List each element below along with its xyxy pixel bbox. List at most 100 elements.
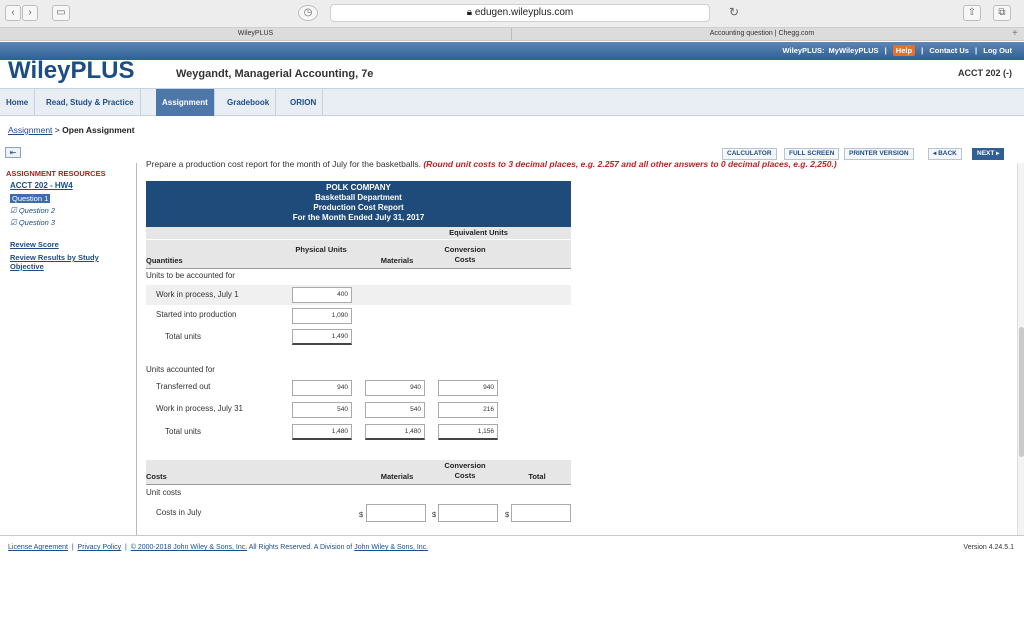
browser-toolbar: ‹ › ▭ ◷ 🔒︎ edugen.wileyplus.com ↻ ⇧ ⧉	[0, 0, 1024, 28]
contact-link[interactable]: Contact Us	[929, 46, 969, 55]
tab-wileyplus[interactable]: WileyPLUS	[0, 28, 512, 40]
copyright-link[interactable]: © 2000-2018 John Wiley & Sons, Inc.	[131, 544, 247, 551]
brand-label: WileyPLUS:	[782, 46, 825, 55]
question-3-link[interactable]: ☑ Question 3	[10, 218, 55, 227]
book-title: Weygandt, Managerial Accounting, 7e	[176, 68, 374, 80]
col-materials-costs: Materials	[380, 472, 414, 481]
costs-in-july-label: Costs in July	[156, 508, 202, 517]
checkbox-icon: ☑	[10, 206, 19, 215]
total-accounted-conversion-input[interactable]: 1,156	[438, 424, 498, 440]
tab-chegg[interactable]: Accounting question | Chegg.com	[513, 28, 1011, 40]
wip-july1-label: Work in process, July 1	[156, 290, 239, 299]
transferred-materials-input[interactable]: 940	[365, 380, 425, 396]
col-conversion-costs: Conversion Costs	[444, 245, 486, 264]
checkbox-icon: ☑	[10, 218, 19, 227]
total-accounted-physical-input[interactable]: 1,480	[292, 424, 352, 440]
department-name: Basketball Department	[315, 193, 402, 202]
wip-july31-physical-input[interactable]: 540	[292, 402, 352, 418]
question-2-label: Question 2	[18, 206, 56, 215]
instructions-text: Prepare a production cost report for the…	[146, 159, 424, 169]
rounding-note: (Round unit costs to 3 decimal places, e…	[423, 159, 837, 169]
back-arrow-icon[interactable]: ‹	[5, 5, 21, 21]
share-icon[interactable]: ⇧	[963, 5, 981, 21]
transferred-out-label: Transferred out	[156, 382, 211, 391]
review-score-link[interactable]: Review Score	[10, 240, 59, 249]
browser-tabs: WileyPLUS Accounting question | Chegg.co…	[0, 28, 1024, 41]
wip-july1-physical-input[interactable]: 400	[292, 287, 352, 303]
assignment-resources-heading: ASSIGNMENT RESOURCES	[6, 169, 106, 178]
col-quantities: Quantities	[146, 256, 183, 265]
started-label: Started into production	[156, 310, 237, 319]
costs-july-materials-input[interactable]	[366, 504, 426, 522]
report-title: Production Cost Report	[313, 203, 404, 212]
version-label: Version 4.24.5.1	[963, 544, 1014, 551]
help-link[interactable]: Help	[892, 45, 916, 56]
scrollbar-thumb[interactable]	[1019, 327, 1024, 457]
breadcrumb: Assignment > Open Assignment	[8, 125, 135, 135]
scrollbar[interactable]	[1017, 163, 1024, 535]
main-nav: Home Read, Study & Practice Assignment G…	[0, 88, 1024, 116]
course-hw-link[interactable]: ACCT 202 - HW4	[10, 181, 73, 190]
question-1-link[interactable]: Question 1	[10, 194, 51, 203]
new-tab-icon[interactable]: +	[1012, 28, 1018, 40]
history-icon[interactable]: ◷	[298, 5, 318, 21]
tab-label: Accounting question | Chegg.com	[709, 30, 815, 37]
breadcrumb-assignment-link[interactable]: Assignment	[8, 125, 52, 135]
tab-label: WileyPLUS	[237, 30, 274, 37]
transferred-physical-input[interactable]: 940	[292, 380, 352, 396]
sep: |	[975, 46, 978, 55]
tabs-icon[interactable]: ⧉	[993, 5, 1011, 21]
wip-july31-conversion-input[interactable]: 216	[438, 402, 498, 418]
equivalent-units-header: Equivalent Units	[146, 227, 571, 239]
breadcrumb-sep: >	[54, 125, 60, 135]
col-materials: Materials	[380, 256, 414, 265]
units-accounted-label: Units accounted for	[146, 365, 215, 374]
instructions: Prepare a production cost report for the…	[146, 159, 1016, 169]
started-physical-input[interactable]: 1,090	[292, 308, 352, 324]
top-links: WileyPLUS: MyWileyPLUS | Help | Contact U…	[781, 45, 1014, 56]
reload-icon[interactable]: ↻	[726, 5, 742, 21]
nav-orion[interactable]: ORION	[284, 89, 324, 116]
costs-july-conversion-input[interactable]	[438, 504, 498, 522]
collapse-sidebar-icon[interactable]: ⇤	[5, 147, 21, 158]
sidebar-toggle-icon[interactable]: ▭	[52, 5, 70, 21]
report-header: POLK COMPANY Basketball Department Produ…	[146, 181, 571, 227]
wip-july31-materials-input[interactable]: 540	[365, 402, 425, 418]
total-units-physical-input[interactable]: 1,490	[292, 329, 352, 345]
nav-read-study[interactable]: Read, Study & Practice	[40, 89, 141, 116]
url-text: edugen.wileyplus.com	[474, 7, 574, 18]
rights-text: All Rights Reserved. A Division of	[248, 544, 353, 551]
address-bar[interactable]: 🔒︎ edugen.wileyplus.com	[330, 4, 710, 22]
forward-arrow-icon[interactable]: ›	[22, 5, 38, 21]
dollar-sign: $	[432, 510, 437, 519]
wiley-link[interactable]: John Wiley & Sons, Inc.	[354, 544, 428, 551]
privacy-link[interactable]: Privacy Policy	[78, 544, 122, 551]
logout-link[interactable]: Log Out	[983, 46, 1012, 55]
sidebar-divider	[136, 163, 137, 535]
units-to-be-accounted-label: Units to be accounted for	[146, 271, 235, 280]
nav-home[interactable]: Home	[0, 89, 36, 116]
quantities-column-header: Quantities Physical Units Materials Conv…	[146, 240, 571, 269]
costs-july-total-input[interactable]	[511, 504, 571, 522]
wileyplus-logo[interactable]: WileyPLUS	[8, 57, 134, 85]
review-results-link[interactable]: Review Results by Study Objective	[10, 253, 128, 271]
col-total: Total	[528, 472, 546, 481]
transferred-conversion-input[interactable]: 940	[438, 380, 498, 396]
nav-gradebook[interactable]: Gradebook	[221, 89, 277, 116]
total-units-label: Total units	[165, 332, 202, 341]
footer-links: License Agreement | Privacy Policy | © 2…	[8, 544, 429, 551]
mywileyplus-link[interactable]: MyWileyPLUS	[829, 46, 879, 55]
wip-july31-label: Work in process, July 31	[156, 404, 243, 413]
course-label: ACCT 202 (-)	[957, 68, 1012, 78]
lock-icon: 🔒︎	[466, 7, 473, 18]
costs-column-header: Costs Materials Conversion Costs Total	[146, 460, 571, 485]
total-accounted-materials-input[interactable]: 1,480	[365, 424, 425, 440]
total-units-accounted-label: Total units	[165, 427, 202, 436]
report-period: For the Month Ended July 31, 2017	[292, 213, 425, 222]
col-physical-units: Physical Units	[295, 245, 347, 254]
license-link[interactable]: License Agreement	[8, 544, 68, 551]
equiv-label: Equivalent Units	[449, 228, 508, 237]
nav-assignment[interactable]: Assignment	[156, 89, 215, 116]
question-2-link[interactable]: ☑ Question 2	[10, 206, 55, 215]
col-conversion-costs-2: Conversion Costs	[444, 461, 486, 480]
